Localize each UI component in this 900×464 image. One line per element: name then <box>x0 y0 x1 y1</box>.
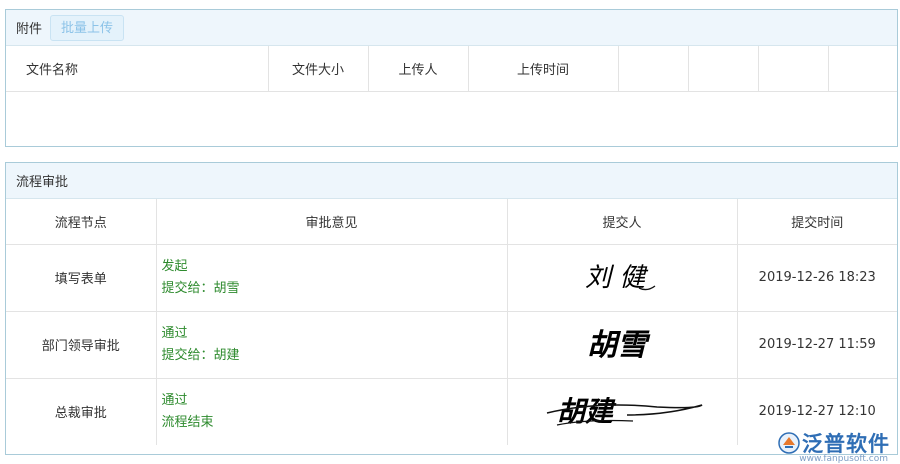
attachments-title: 附件 <box>16 22 43 37</box>
flow-approval-panel: 流程审批 流程节点 审批意见 提交人 提交时间 填写表单 发起 提交给：胡雪 刘… <box>5 162 898 455</box>
handwritten-signature: 刘 健 <box>585 263 656 293</box>
attachments-panel: 附件 批量上传 文件名称 文件大小 上传人 上传时间 <box>5 9 898 147</box>
attachments-table: 文件名称 文件大小 上传人 上传时间 <box>6 46 897 92</box>
row-opinion: 通过 提交给：胡建 <box>156 311 508 379</box>
flow-title: 流程审批 <box>16 175 69 190</box>
table-row: 总裁审批 通过 流程结束 胡建 2019-12-27 12:10 <box>6 378 897 445</box>
handwritten-signature: 胡雪 <box>587 328 651 363</box>
row-time: 2019-12-26 18:23 <box>737 244 897 312</box>
opinion-line-1: 通过 <box>161 325 188 341</box>
col-opinion: 审批意见 <box>156 199 508 245</box>
col-action-1 <box>618 46 689 92</box>
table-row: 部门领导审批 通过 提交给：胡建 胡雪 2019-12-27 11:59 <box>6 311 897 379</box>
row-opinion: 通过 流程结束 <box>156 378 508 445</box>
col-action-4 <box>828 46 897 92</box>
row-node: 填写表单 <box>6 244 157 312</box>
row-opinion: 发起 提交给：胡雪 <box>156 244 508 312</box>
col-file-name: 文件名称 <box>6 46 269 92</box>
opinion-line-2: 提交给：胡建 <box>161 347 240 363</box>
table-row: 填写表单 发起 提交给：胡雪 刘 健 2019-12-26 18:23 <box>6 244 897 312</box>
opinion-line-2: 提交给：胡雪 <box>161 280 240 296</box>
opinion-line-1: 通过 <box>161 392 188 408</box>
col-action-3 <box>758 46 829 92</box>
brand-logo-icon <box>778 432 800 454</box>
col-submitter: 提交人 <box>507 199 738 245</box>
batch-upload-button[interactable]: 批量上传 <box>50 14 125 41</box>
brand-url: www.fanpusoft.com <box>799 454 888 464</box>
col-uploader: 上传人 <box>368 46 469 92</box>
handwritten-signature: 胡建 <box>546 395 703 428</box>
col-file-size: 文件大小 <box>268 46 369 92</box>
flow-table: 流程节点 审批意见 提交人 提交时间 填写表单 发起 提交给：胡雪 刘 健 20… <box>6 199 897 445</box>
attachments-header-row: 文件名称 文件大小 上传人 上传时间 <box>6 46 897 92</box>
signature-text: 胡雪 <box>587 328 651 363</box>
attachments-header: 附件 批量上传 <box>6 10 897 46</box>
row-signature: 刘 健 <box>507 244 738 312</box>
opinion-line-1: 发起 <box>161 258 188 274</box>
row-signature: 胡建 <box>507 378 738 445</box>
col-node: 流程节点 <box>6 199 157 245</box>
row-time: 2019-12-27 11:59 <box>737 311 897 379</box>
opinion-line-2: 流程结束 <box>161 414 214 430</box>
row-signature: 胡雪 <box>507 311 738 379</box>
row-node: 部门领导审批 <box>6 311 157 379</box>
flow-header-row: 流程节点 审批意见 提交人 提交时间 <box>6 199 897 245</box>
flow-header: 流程审批 <box>6 163 897 199</box>
col-submit-time: 提交时间 <box>737 199 897 245</box>
row-node: 总裁审批 <box>6 378 157 445</box>
col-upload-time: 上传时间 <box>468 46 619 92</box>
col-action-2 <box>688 46 759 92</box>
